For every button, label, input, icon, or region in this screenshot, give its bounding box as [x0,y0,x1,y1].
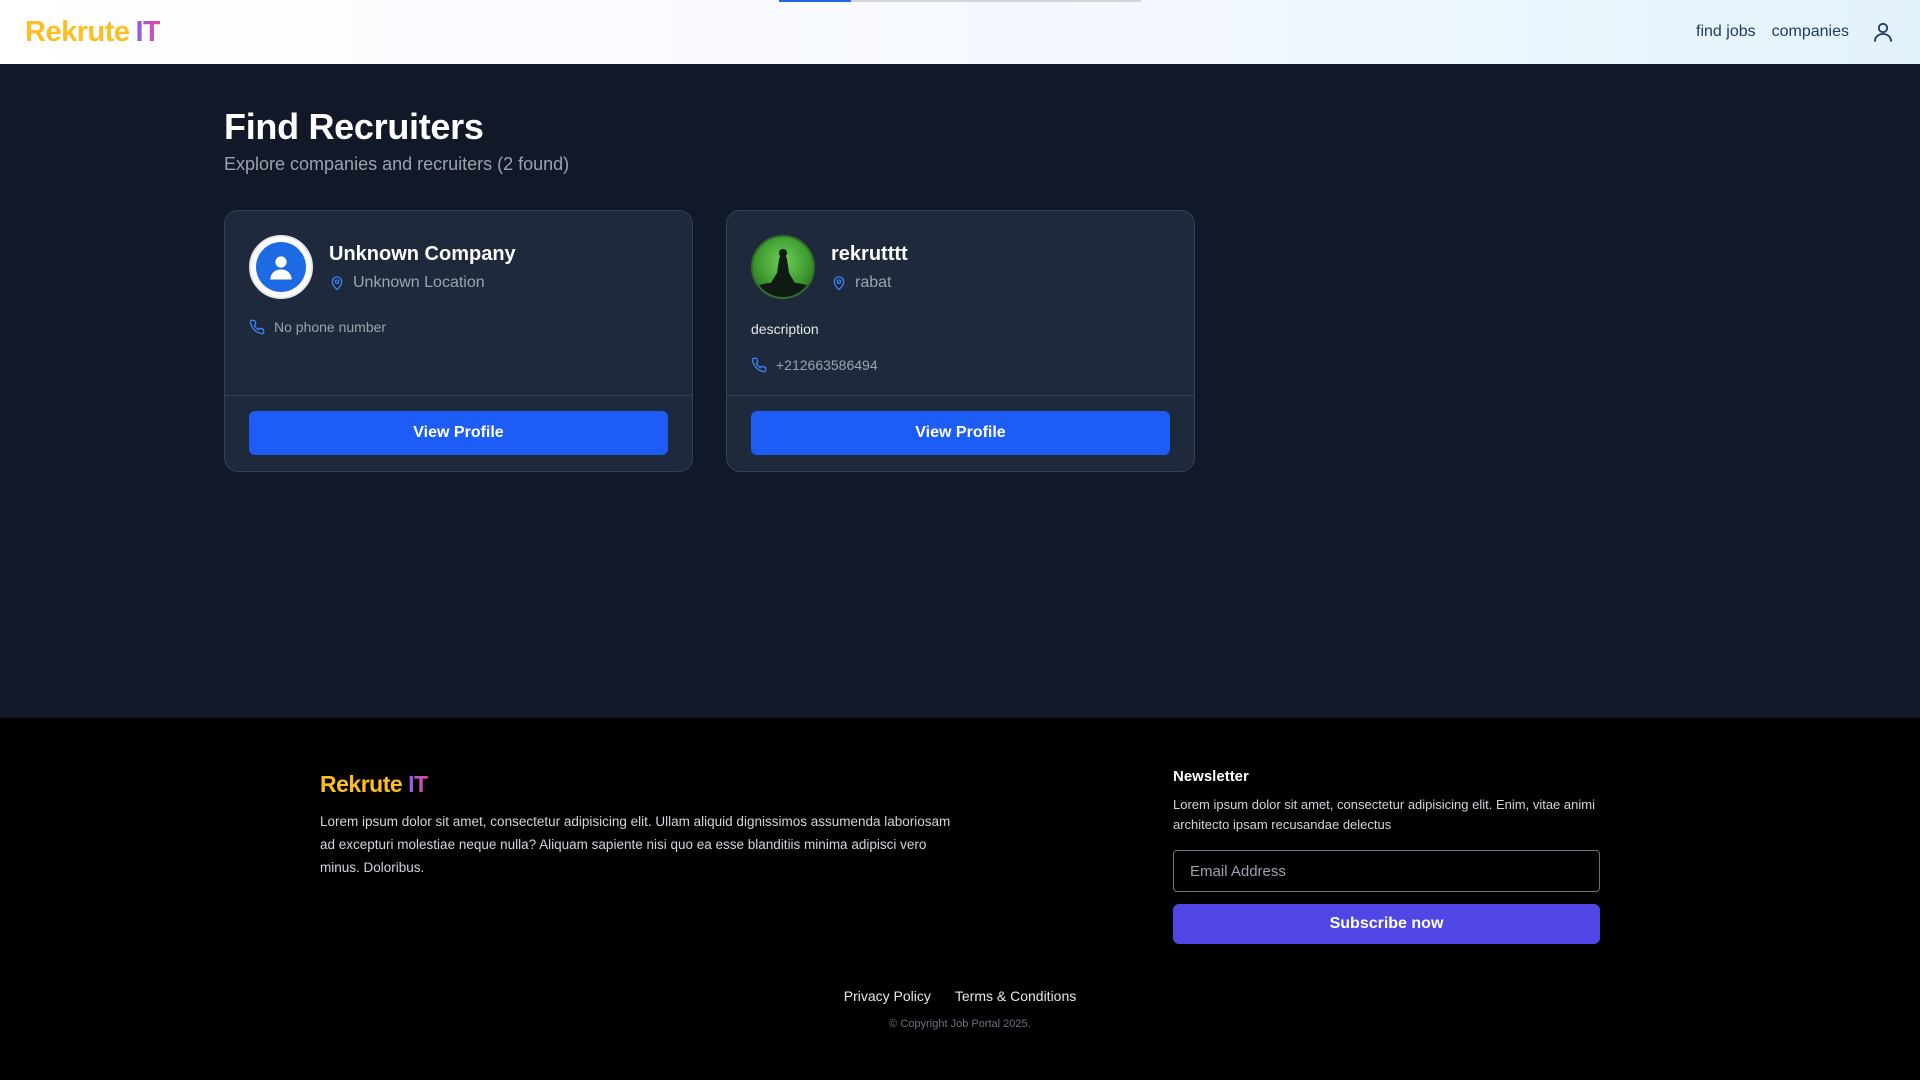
logo[interactable]: Rekrute IT [25,15,161,49]
logo-part2: IT [135,15,161,48]
phone-text: +212663586494 [776,357,878,373]
logo-part1: Rekrute [320,771,403,797]
footer-links: Privacy Policy Terms & Conditions [0,988,1920,1004]
nav-find-jobs[interactable]: find jobs [1696,23,1756,41]
top-navbar: Rekrute IT find jobs companies [0,0,1920,64]
avatar [751,235,815,299]
email-field[interactable] [1173,850,1600,892]
card-header-text: rekrutttt rabat [831,243,908,292]
copyright: © Copyright Job Portal 2025. [889,1018,1031,1030]
map-pin-icon [331,275,343,290]
view-profile-button[interactable]: View Profile [751,411,1170,455]
avatar [249,235,313,299]
logo-part1: Rekrute [25,15,130,48]
location-text: Unknown Location [353,273,485,291]
profile-photo [759,249,807,297]
phone-icon [751,357,767,373]
footer-logo[interactable]: Rekrute IT [320,771,960,798]
card-header-text: Unknown Company Unknown Location [329,243,516,292]
card-header: Unknown Company Unknown Location [249,235,668,299]
nav-companies[interactable]: companies [1772,23,1849,41]
phone: +212663586494 [751,357,1170,373]
company-description: description [751,321,819,337]
newsletter: Newsletter Lorem ipsum dolor sit amet, c… [1173,768,1600,944]
location-text: rabat [855,273,892,291]
logo-part2: IT [408,771,428,797]
user-icon [256,242,306,292]
page-load-progress-fill [779,0,852,2]
map-pin-icon [833,275,845,290]
terms-link[interactable]: Terms & Conditions [955,988,1076,1004]
main-nav: find jobs companies [1696,20,1895,44]
main-content: Find Recruiters Explore companies and re… [224,64,1696,472]
privacy-policy-link[interactable]: Privacy Policy [844,988,931,1004]
phone-text: No phone number [274,319,387,335]
company-name: rekrutttt [831,242,908,265]
recruiter-card: Unknown Company Unknown Location No phon… [224,210,693,472]
page-title: Find Recruiters [224,106,484,147]
recruiter-card: rekrutttt rabat description +21266358649… [726,210,1195,472]
phone: No phone number [249,319,668,335]
card-body: Unknown Company Unknown Location No phon… [225,211,692,396]
footer-about-text: Lorem ipsum dolor sit amet, consectetur … [320,814,951,875]
footer-about: Rekrute IT Lorem ipsum dolor sit amet, c… [320,771,960,879]
newsletter-title: Newsletter [1173,768,1249,785]
phone-icon [249,319,265,335]
page-subtitle: Explore companies and recruiters (2 foun… [224,154,570,174]
user-icon[interactable] [1871,20,1895,44]
company-name: Unknown Company [329,242,516,265]
footer: Rekrute IT Lorem ipsum dolor sit amet, c… [0,718,1920,1080]
subscribe-button[interactable]: Subscribe now [1173,904,1600,944]
card-body: rekrutttt rabat description +21266358649… [727,211,1194,396]
view-profile-button[interactable]: View Profile [249,411,668,455]
recruiter-cards: Unknown Company Unknown Location No phon… [224,210,1696,472]
location: rabat [831,274,908,292]
page-load-progress [779,0,1141,2]
location: Unknown Location [329,274,516,292]
card-header: rekrutttt rabat [751,235,1170,299]
newsletter-text: Lorem ipsum dolor sit amet, consectetur … [1173,797,1595,832]
